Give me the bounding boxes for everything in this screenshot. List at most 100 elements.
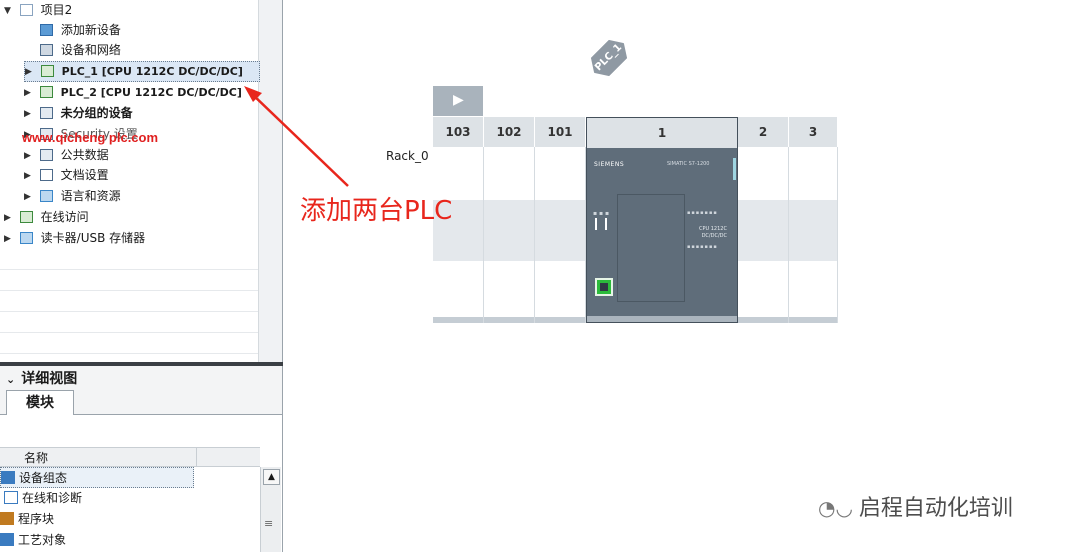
ethernet-port-icon[interactable] bbox=[595, 278, 613, 296]
program-blocks-icon bbox=[0, 512, 14, 525]
scroll-grip-icon[interactable]: ≡ bbox=[264, 517, 273, 530]
slot-103[interactable] bbox=[433, 147, 484, 323]
online-access-icon bbox=[19, 210, 33, 223]
expand-right-icon[interactable]: ▶ bbox=[4, 208, 14, 228]
detail-view-header[interactable]: ⌄ 详细视图 bbox=[6, 368, 77, 388]
detail-row-label: 在线和诊断 bbox=[22, 491, 83, 505]
tree-item-online-access[interactable]: ▶ 在线访问 bbox=[4, 207, 89, 227]
common-data-icon bbox=[39, 148, 53, 161]
tab-module[interactable]: 模块 bbox=[6, 390, 74, 415]
expand-right-icon[interactable]: ▶ bbox=[24, 83, 34, 103]
tree-item-document-settings[interactable]: ▶ 文档设置 bbox=[24, 165, 109, 185]
show-hidden-slots-button[interactable]: ▶ bbox=[433, 86, 483, 116]
cpu-bottom-rail bbox=[587, 316, 737, 322]
tree-item-common-data[interactable]: ▶ 公共数据 bbox=[24, 145, 109, 165]
add-device-icon bbox=[40, 23, 53, 36]
slot-header-101[interactable]: 101 bbox=[535, 117, 586, 147]
tree-empty-row bbox=[0, 291, 258, 312]
io-leds-top: ▪▪▪▪▪▪▪ bbox=[687, 210, 718, 216]
expand-right-icon[interactable]: ▶ bbox=[4, 229, 14, 249]
scroll-up-icon[interactable]: ▲ bbox=[263, 469, 280, 485]
cpu-type-label: CPU 1212C DC/DC/DC bbox=[699, 226, 727, 240]
tree-empty-row bbox=[0, 270, 258, 291]
project-tree-scrollbar[interactable] bbox=[258, 0, 282, 362]
detail-scrollbar[interactable]: ▲ ≡ bbox=[260, 467, 281, 552]
tree-item-languages-resources[interactable]: ▶ 语言和资源 bbox=[24, 186, 121, 206]
slot-102[interactable] bbox=[484, 147, 535, 323]
status-leds: ▪ ▪ ▪ bbox=[593, 210, 610, 217]
expand-right-icon[interactable]: ▶ bbox=[24, 104, 34, 124]
cpu-type-line2: DC/DC/DC bbox=[701, 233, 727, 239]
slot-header-102[interactable]: 102 bbox=[484, 117, 535, 147]
tree-item-label: 未分组的设备 bbox=[60, 106, 133, 120]
column-divider[interactable] bbox=[196, 448, 197, 466]
expand-down-icon[interactable]: ▼ bbox=[4, 1, 14, 21]
project-icon bbox=[19, 3, 33, 16]
expand-right-icon[interactable]: ▶ bbox=[24, 187, 34, 207]
card-reader-icon bbox=[19, 231, 33, 244]
tree-item-plc-1[interactable]: ▶ PLC_1 [CPU 1212C DC/DC/DC] bbox=[24, 61, 260, 82]
tree-item-label: 在线访问 bbox=[40, 210, 89, 224]
detail-row-technology-objects[interactable]: 工艺对象 bbox=[0, 530, 260, 551]
document-settings-icon bbox=[39, 168, 53, 181]
technology-objects-icon bbox=[0, 533, 14, 546]
project-tree: ▼ 项目2 添加新设备 设备和网络 ▶ PLC_1 [CPU 1212C DC/… bbox=[0, 0, 283, 362]
tree-empty-row bbox=[0, 333, 258, 354]
device-config-icon bbox=[1, 471, 15, 484]
tree-item-card-reader[interactable]: ▶ 读卡器/USB 存储器 bbox=[4, 228, 145, 248]
diagnostics-icon bbox=[4, 491, 18, 504]
detail-row-online-diagnostics[interactable]: 在线和诊断 bbox=[0, 488, 260, 509]
tree-item-label: 语言和资源 bbox=[60, 189, 121, 203]
cpu-model: SIMATIC S7-1200 bbox=[667, 161, 710, 167]
expand-right-icon[interactable]: ▶ bbox=[24, 146, 34, 166]
tree-empty-row bbox=[0, 312, 258, 333]
watermark-url: www.qicheng plc.com bbox=[22, 130, 159, 145]
detail-view-title: 详细视图 bbox=[21, 371, 78, 387]
slot-101[interactable] bbox=[535, 147, 586, 323]
tree-item-label: 设备和网络 bbox=[60, 43, 121, 57]
tree-item-label: 读卡器/USB 存储器 bbox=[40, 231, 146, 245]
cpu-type-line1: CPU 1212C bbox=[699, 226, 727, 232]
cpu-front-cover bbox=[617, 194, 685, 302]
slot-header-1[interactable]: 1 bbox=[587, 118, 737, 148]
tree-item-label: 文档设置 bbox=[60, 168, 109, 182]
expand-right-icon[interactable]: ▶ bbox=[24, 166, 34, 186]
brand-watermark: ◔◡ 启程自动化培训 bbox=[818, 490, 1013, 522]
slot-2[interactable] bbox=[738, 147, 789, 323]
slot-3[interactable] bbox=[789, 147, 838, 323]
tree-item-label: 项目2 bbox=[40, 3, 73, 17]
language-icon bbox=[39, 189, 53, 202]
network-icon bbox=[40, 43, 53, 56]
slot-header-3[interactable]: 3 bbox=[789, 117, 838, 147]
tree-item-devices-networks[interactable]: 设备和网络 bbox=[38, 40, 121, 60]
wechat-icon: ◔◡ bbox=[818, 496, 853, 520]
tree-item-ungrouped-devices[interactable]: ▶ 未分组的设备 bbox=[24, 103, 133, 123]
tree-item-add-device[interactable]: 添加新设备 bbox=[38, 20, 121, 40]
detail-row-label: 工艺对象 bbox=[18, 533, 67, 547]
annotation-callout: 添加两台PLC bbox=[300, 196, 453, 226]
tree-item-project[interactable]: ▼ 项目2 bbox=[4, 0, 72, 20]
io-leds-bottom: ▪▪▪▪▪▪▪ bbox=[687, 244, 718, 250]
expand-right-icon[interactable]: ▶ bbox=[25, 63, 35, 81]
play-icon: ▶ bbox=[453, 92, 464, 108]
detail-row-label: 设备组态 bbox=[19, 471, 68, 485]
ungrouped-devices-icon bbox=[39, 106, 53, 119]
column-header-name[interactable]: 名称 bbox=[24, 449, 48, 466]
tree-item-label: PLC_2 [CPU 1212C DC/DC/DC] bbox=[60, 86, 242, 99]
slot-header-2[interactable]: 2 bbox=[738, 117, 789, 147]
cpu-accent-bar bbox=[733, 158, 736, 180]
plc-icon bbox=[40, 64, 54, 77]
plc-name-tag[interactable]: PLC_1 bbox=[585, 34, 633, 82]
rack-label: Rack_0 bbox=[386, 149, 429, 163]
detail-tab-panel: 名称 设备组态 在线和诊断 程序块 工艺对象 ▲ ≡ bbox=[0, 414, 282, 552]
detail-row-device-config[interactable]: 设备组态 bbox=[0, 467, 194, 488]
cpu-brand: SIEMENS bbox=[594, 161, 625, 168]
detail-row-label: 程序块 bbox=[18, 512, 55, 526]
chevron-down-icon[interactable]: ⌄ bbox=[6, 373, 15, 386]
detail-row-program-blocks[interactable]: 程序块 bbox=[0, 509, 260, 530]
cpu-module[interactable]: 1 SIEMENS SIMATIC S7-1200 ▪ ▪ ▪ ▪▪▪▪▪▪▪ … bbox=[586, 117, 738, 323]
slot-header-103[interactable]: 103 bbox=[433, 117, 484, 147]
tree-item-label: PLC_1 [CPU 1212C DC/DC/DC] bbox=[61, 65, 243, 78]
tree-empty-row bbox=[0, 249, 258, 270]
tree-item-plc-2[interactable]: ▶ PLC_2 [CPU 1212C DC/DC/DC] bbox=[24, 82, 242, 102]
